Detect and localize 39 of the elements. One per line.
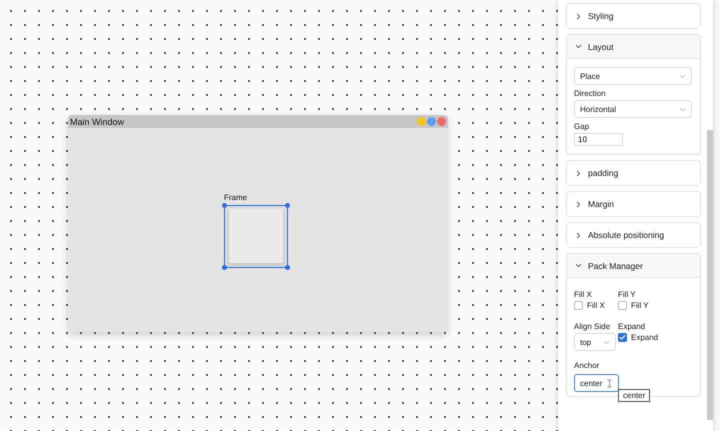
checkbox-label: Fill Y bbox=[631, 301, 649, 310]
frame-label: Frame bbox=[224, 192, 248, 202]
field-label: Align Side bbox=[574, 322, 612, 331]
gap-input[interactable]: 10 bbox=[574, 133, 623, 146]
tooltip: center bbox=[618, 389, 650, 402]
side-select[interactable]: top bbox=[574, 333, 616, 351]
checkbox[interactable] bbox=[618, 333, 627, 342]
scrollbar-thumb[interactable] bbox=[707, 130, 713, 420]
checkbox-label: Expand bbox=[631, 333, 658, 342]
checkbox-label: Fill X bbox=[587, 301, 605, 310]
chevron-right-icon bbox=[574, 230, 583, 240]
window-control-dot[interactable] bbox=[427, 117, 436, 126]
layout-select[interactable]: Place bbox=[574, 67, 692, 85]
chevron-right-icon bbox=[574, 168, 583, 178]
resize-handle[interactable] bbox=[222, 264, 227, 270]
field-label: Fill Y bbox=[618, 290, 637, 299]
chevron-down-icon bbox=[574, 42, 583, 51]
field-label: Expand bbox=[618, 322, 646, 331]
field-label: Gap bbox=[574, 122, 590, 131]
chevron-right-icon bbox=[574, 12, 583, 20]
checkbox[interactable] bbox=[618, 301, 627, 310]
section-header[interactable]: Pack Manager bbox=[567, 254, 700, 278]
chevron-right-icon bbox=[574, 200, 583, 208]
resize-handle[interactable] bbox=[222, 202, 227, 208]
resize-handle[interactable] bbox=[285, 264, 290, 270]
text-cursor-icon bbox=[605, 378, 614, 388]
direction-select[interactable]: Horizontal bbox=[574, 100, 692, 118]
anchor-select[interactable]: center bbox=[574, 374, 619, 392]
field-label: Anchor bbox=[574, 361, 600, 370]
frame-widget[interactable] bbox=[224, 204, 288, 268]
section-header[interactable]: Layout bbox=[567, 35, 700, 59]
field-label: Direction bbox=[574, 89, 607, 98]
resize-handle[interactable] bbox=[285, 202, 290, 208]
checkbox[interactable] bbox=[574, 301, 583, 310]
window-control-dot[interactable] bbox=[437, 117, 446, 126]
window-control-dot[interactable] bbox=[417, 117, 426, 126]
window-title: Main Window bbox=[70, 116, 124, 126]
field-label: Fill X bbox=[574, 290, 593, 299]
chevron-down-icon bbox=[574, 261, 583, 270]
